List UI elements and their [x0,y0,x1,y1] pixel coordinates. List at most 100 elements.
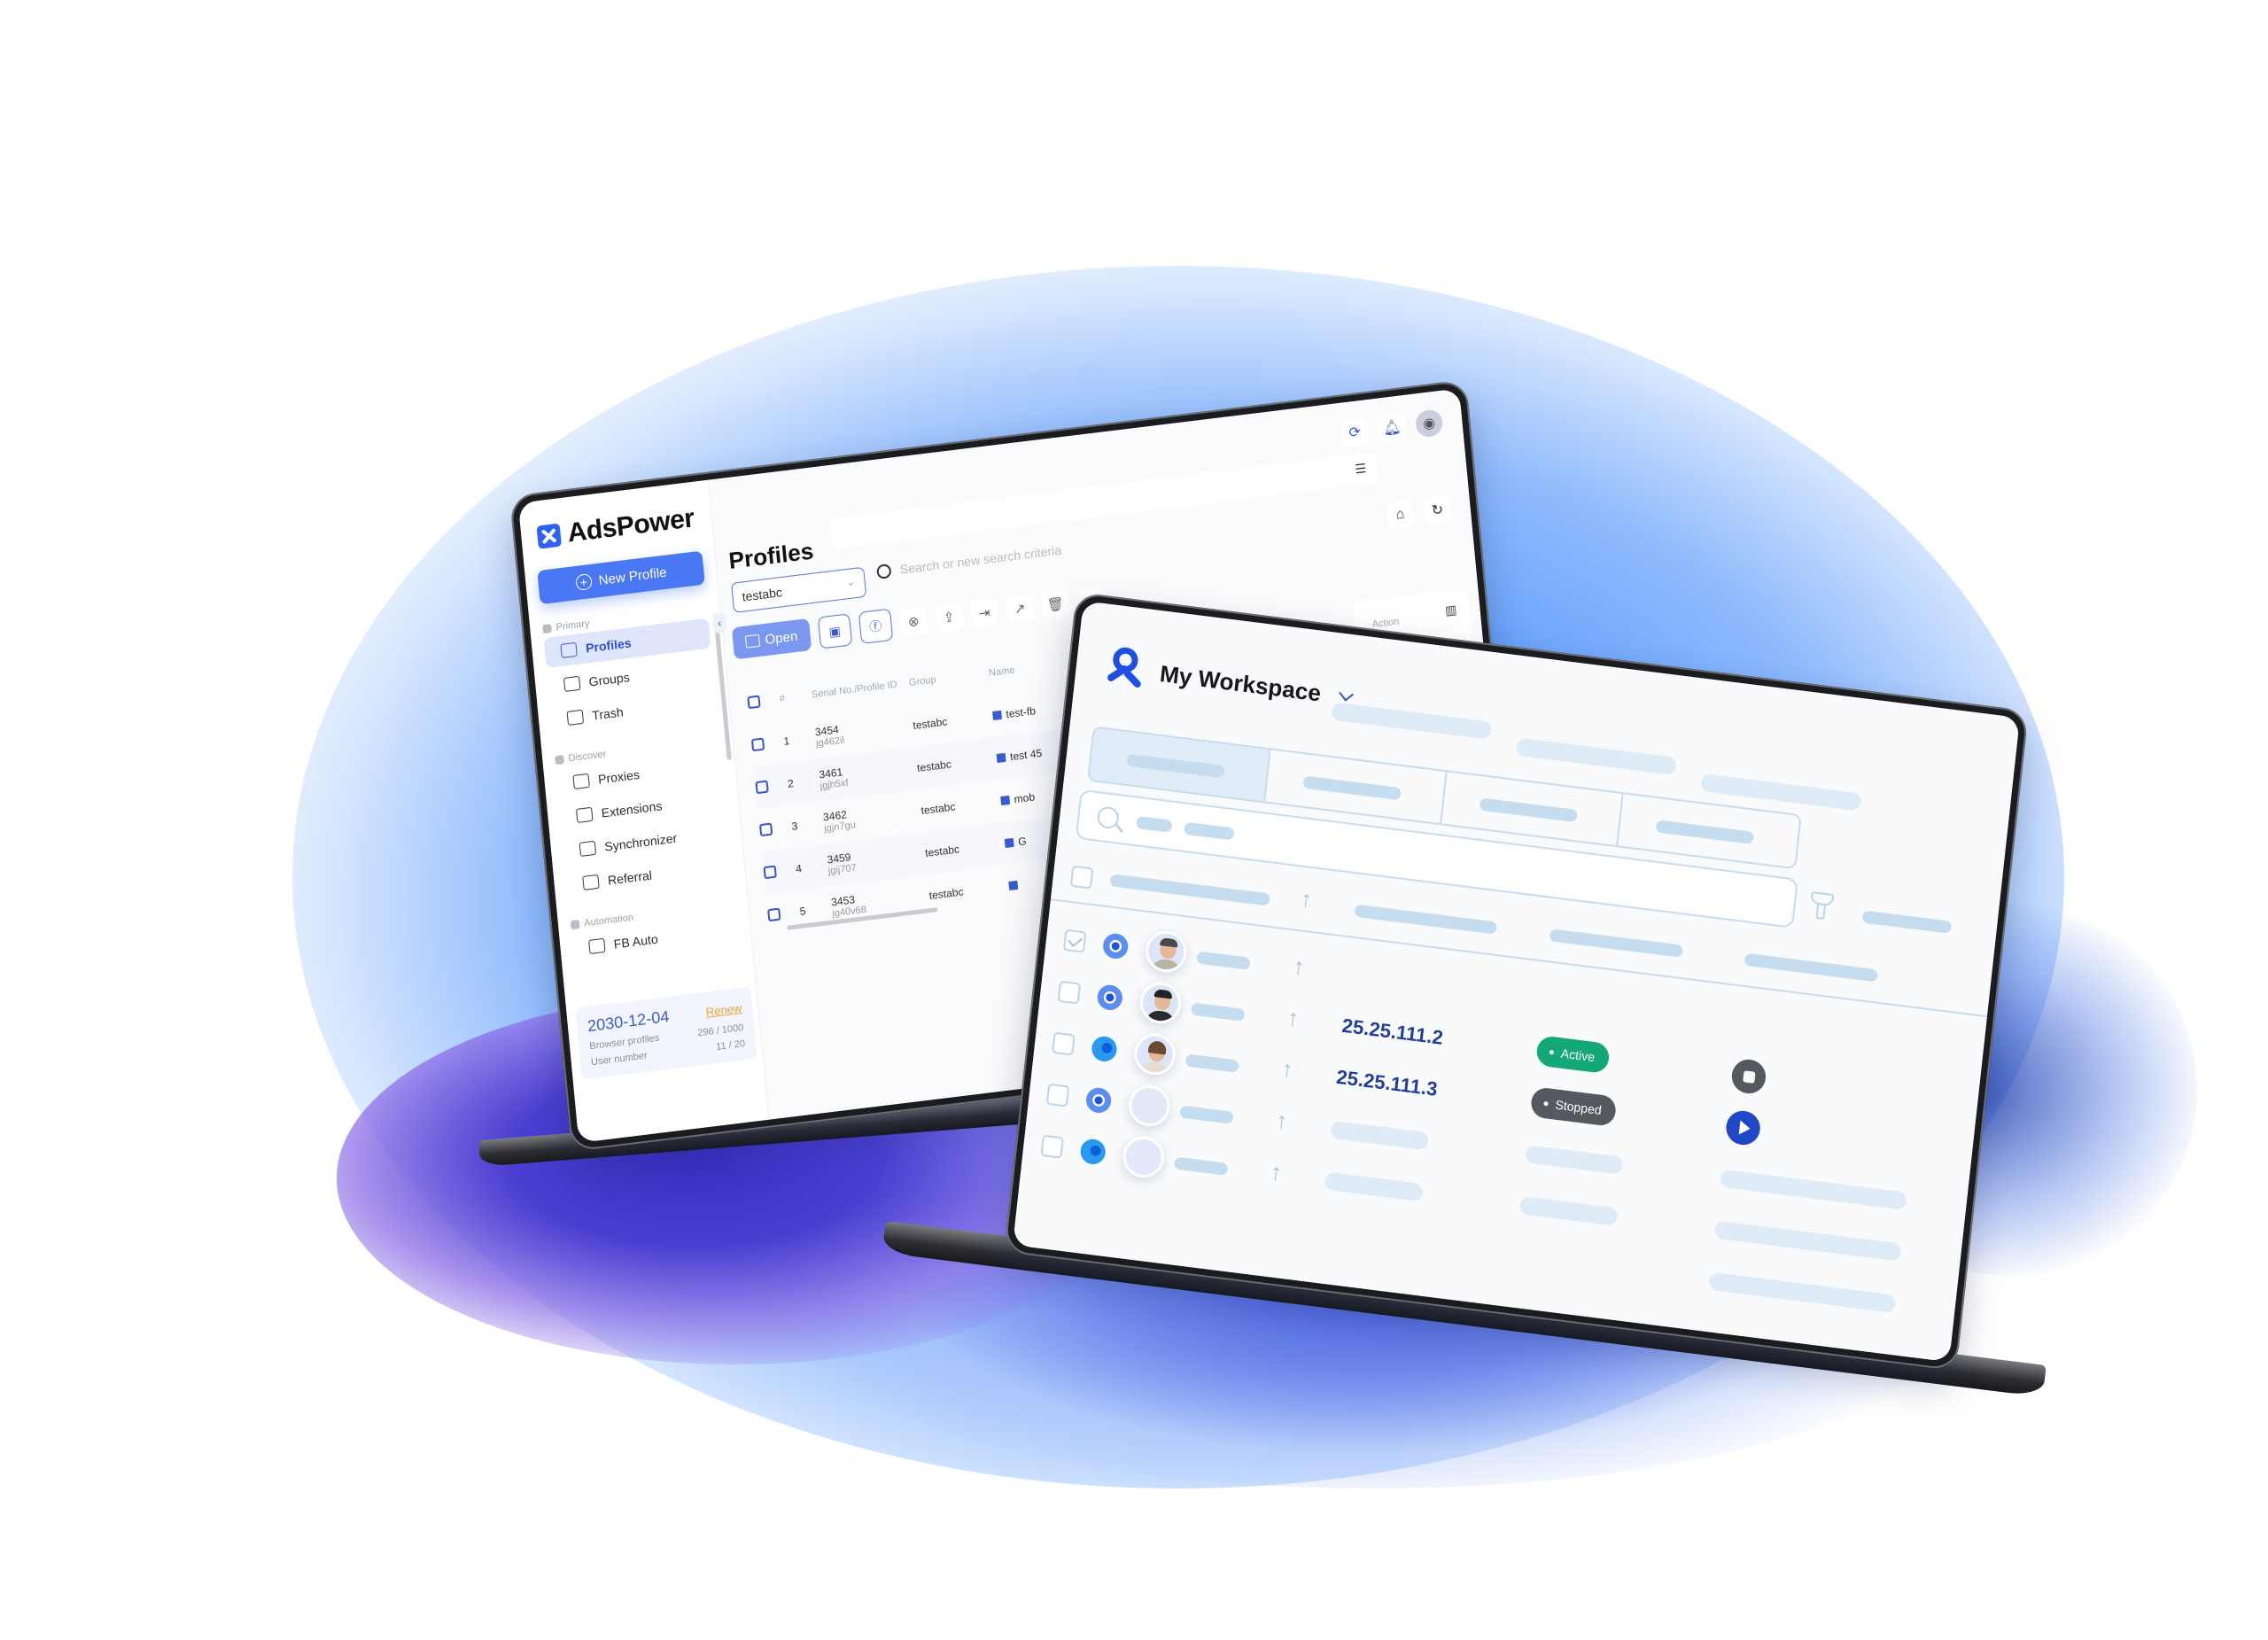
column-header-skeleton [1109,874,1271,906]
automation-icon [570,919,580,930]
tab-label-skeleton [1126,753,1225,779]
robot-icon[interactable]: ▣ [817,613,852,649]
front-laptop: My Workspace ↑ ↑ ↑ 25.25.111.2 Active ↑ … [1004,592,2029,1372]
tab-1[interactable] [1089,727,1271,802]
ip-address: 25.25.111.3 [1335,1065,1439,1100]
plan-expiry-date: 2030-12-04 [586,1007,671,1036]
row-checkbox[interactable] [767,907,781,922]
group-cell: testabc [912,715,948,733]
row-checkbox[interactable] [1052,1031,1076,1056]
refresh-icon[interactable]: ↻ [1423,495,1452,525]
compass-icon [555,754,565,766]
fb-refresh-icon [588,937,606,954]
tab-2[interactable] [1265,750,1448,824]
filter-settings-icon[interactable]: ☰ [1355,461,1367,478]
windows-icon [1008,880,1019,891]
sidebar-item-label: Synchronizer [603,830,678,854]
sidebar-item-label: FB Auto [613,931,659,952]
column-header-skeleton [1549,929,1684,958]
row-checkbox[interactable] [763,865,777,880]
tab-label-skeleton [1655,820,1754,844]
stop-button[interactable] [1729,1057,1768,1096]
row-checkbox[interactable] [1040,1134,1065,1159]
profile-name: G [1017,835,1028,849]
row-index: 4 [795,862,803,875]
play-button[interactable] [1724,1108,1762,1147]
open-button[interactable]: Open [731,618,812,660]
group-select[interactable]: testabc ⌄ [731,566,867,613]
row-checkbox[interactable] [1045,1083,1070,1108]
group-cell: testabc [928,885,965,903]
sidebar-item-label: Referral [607,867,653,888]
columns-settings-icon[interactable]: ▥ [1444,602,1457,619]
plus-circle-icon: + [574,572,593,592]
new-profile-label: New Profile [597,564,668,588]
serial-cell: 3462 jgjn7gu [822,799,921,834]
import-icon[interactable]: ⇥ [969,598,999,628]
fb-sync-icon[interactable]: ⓕ [858,608,893,645]
workspace-switcher[interactable]: My Workspace [1103,645,1354,719]
sort-arrow-icon[interactable]: ↑ [1299,885,1313,914]
upload-icon[interactable]: ⇪ [934,602,964,633]
action-skeleton [1719,1169,1908,1210]
column-header-serial[interactable]: Serial No./Profile ID [811,678,909,701]
avatar[interactable]: ◉ [1414,408,1444,439]
group-cell: testabc [924,843,960,860]
row-checkbox[interactable] [750,737,765,752]
row-index: 2 [787,777,795,790]
user-number-value: 11 / 20 [715,1038,746,1053]
folder-open-icon [563,675,581,692]
row-checkbox[interactable] [755,780,769,795]
status-skeleton [1518,1196,1619,1226]
group-select-value: testabc [741,585,783,604]
renew-link[interactable]: Renew [705,1001,742,1019]
group-cell: testabc [916,758,952,775]
sync-upload-icon[interactable]: ⟳ [1340,417,1370,447]
table-tools: ⌂ ↻ [1386,495,1452,530]
tab-4[interactable] [1618,794,1799,867]
bell-icon[interactable]: 🔔︎ [1377,413,1407,443]
status-badge: Stopped [1529,1086,1618,1128]
play-icon [1738,1120,1751,1136]
sidebar-item-label: Trash [591,704,625,723]
filter-funnel-icon[interactable] [1808,890,1835,922]
chrome-icon [1096,983,1124,1012]
front-laptop-bezel: My Workspace ↑ ↑ ↑ 25.25.111.2 Active ↑ … [1004,592,2029,1372]
tag-icon[interactable]: ⌂ [1386,500,1415,530]
select-all-checkbox[interactable] [747,695,761,710]
select-all-checkbox[interactable] [1069,865,1094,890]
share-icon[interactable]: ↗ [1005,594,1035,624]
brand-name: AdsPower [566,503,695,548]
row-checkbox[interactable] [1057,980,1082,1005]
row-checkbox[interactable] [1062,929,1087,953]
workspace-logo-icon [1103,645,1146,693]
chevron-down-icon: ⌄ [845,575,857,589]
star-icon [582,874,600,890]
action-skeleton [1713,1220,1902,1262]
status-badge: Active [1535,1035,1611,1075]
arrow-up-icon: ↑ [1269,1157,1284,1186]
sidebar-item-label: Extensions [601,798,664,820]
close-circle-icon[interactable]: ⊗ [898,606,928,637]
name-skeleton [1196,951,1251,970]
row-checkbox[interactable] [759,822,773,837]
chrome-icon [1101,932,1130,960]
serial-cell: 3459 jgij707 [827,842,926,876]
arrow-up-icon: ↑ [1280,1054,1295,1084]
row-index: 3 [791,820,799,833]
browser-profiles-label: Browser profiles [588,1032,660,1053]
name-skeleton [1190,1002,1246,1022]
filter-bar: ☰ [828,452,1379,549]
section-label: Discover [568,749,607,765]
top-icons: ⟳ 🔔︎ ◉ [1340,408,1444,447]
search-input[interactable]: Search or new search criteria [876,543,1062,579]
ip-skeleton [1324,1171,1424,1202]
trash-icon[interactable]: 🗑︎ [1040,589,1070,619]
ip-skeleton [1329,1120,1430,1151]
new-profile-button[interactable]: + New Profile [537,550,705,605]
tab-3[interactable] [1441,772,1624,846]
search-icon [1096,805,1121,830]
user-number-label: User number [590,1050,649,1069]
collapse-sidebar-button[interactable]: ‹ [712,612,727,633]
skeleton-header-2 [1515,737,1677,776]
